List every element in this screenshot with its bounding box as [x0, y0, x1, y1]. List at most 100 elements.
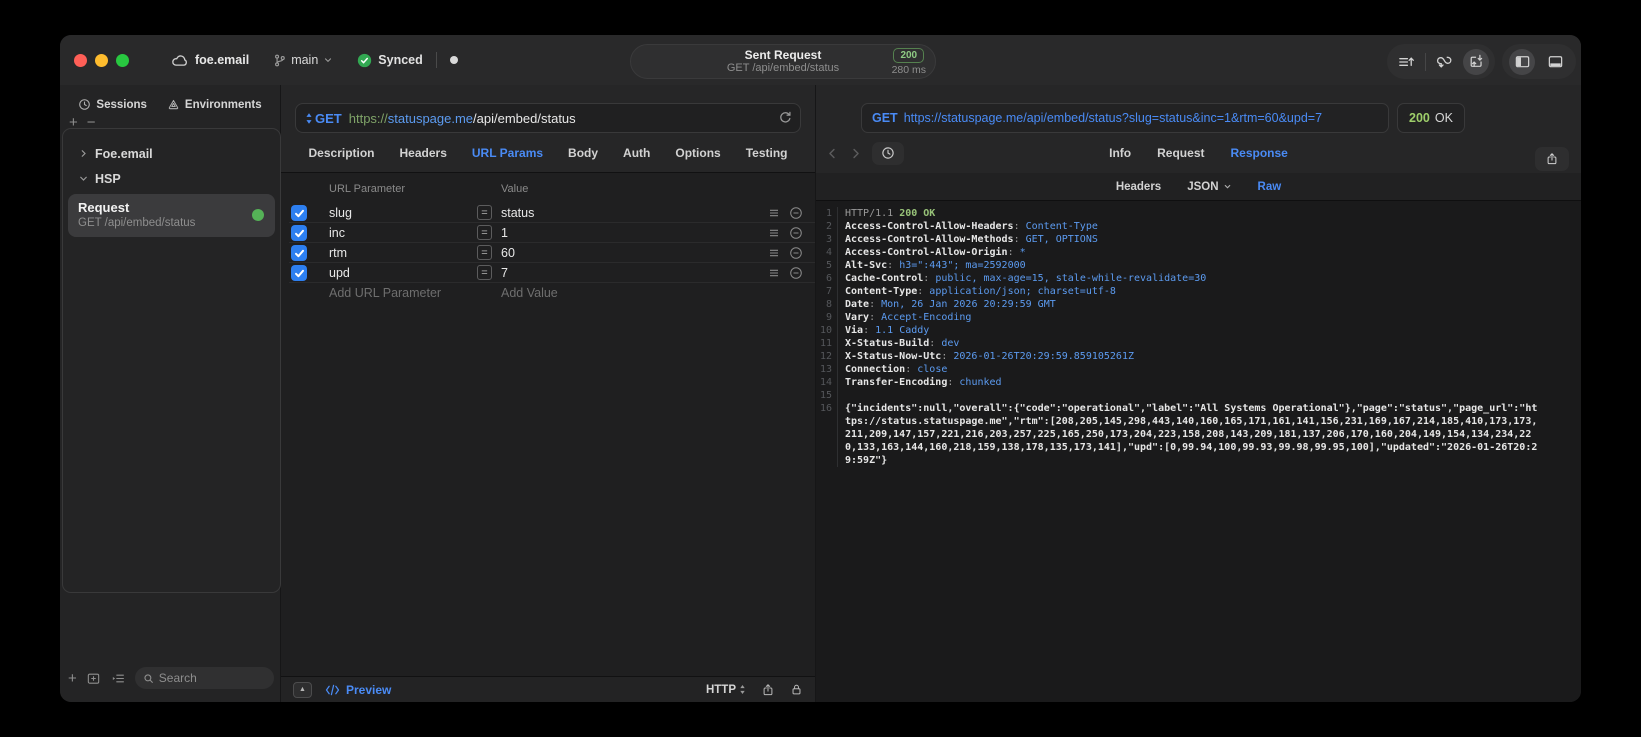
param-enabled-checkbox[interactable] [291, 225, 307, 241]
toolbar-actions-group [1387, 44, 1495, 79]
sidebar-search[interactable] [134, 667, 274, 689]
line-number: 4 [816, 246, 838, 259]
list-style-button[interactable] [110, 671, 126, 686]
sidebar-group-hsp[interactable]: HSP [63, 166, 280, 191]
window-controls [74, 53, 129, 67]
format-export-button[interactable] [1393, 49, 1419, 75]
toggle-bottom-panel-button[interactable] [1543, 49, 1569, 75]
tab[interactable]: URL Params [472, 146, 543, 160]
url-params-table: URL Parameter Value slug = status inc = … [281, 173, 815, 676]
subtab-raw[interactable]: Raw [1258, 181, 1282, 193]
param-enabled-checkbox[interactable] [291, 265, 307, 281]
column-header-value: Value [501, 183, 529, 195]
param-name-field[interactable]: rtm [329, 246, 347, 260]
param-value-field[interactable]: status [501, 206, 534, 220]
param-value-field[interactable]: 7 [501, 266, 508, 280]
request-duration: 280 ms [891, 64, 926, 76]
add-session-button[interactable]: + [69, 115, 78, 130]
param-name-field[interactable]: slug [329, 206, 352, 220]
sidebar-left-icon [1515, 56, 1530, 68]
console-toggle-button[interactable]: ▲ [293, 681, 312, 698]
sync-branch-button[interactable] [1431, 49, 1457, 75]
sent-request-url[interactable]: GET https://statuspage.me/api/embed/statu… [861, 103, 1389, 133]
tab[interactable]: Body [568, 146, 598, 160]
sidebar-item-request[interactable]: Request GET /api/embed/status [68, 194, 275, 237]
request-status-pill[interactable]: Sent Request GET /api/embed/status 200 2… [630, 44, 936, 79]
url-bar[interactable]: GET https://statuspage.me/api/embed/stat… [295, 103, 801, 133]
send-receive-button[interactable] [1463, 48, 1490, 75]
minimize-window-button[interactable] [95, 53, 108, 67]
history-button[interactable] [872, 141, 904, 165]
method-selector[interactable]: GET [305, 111, 342, 126]
tab[interactable]: Testing [746, 146, 788, 160]
tab[interactable]: Description [309, 146, 375, 160]
tab-sessions[interactable]: Sessions [78, 98, 147, 111]
subtab-headers[interactable]: Headers [1116, 181, 1161, 193]
remove-session-button[interactable]: − [87, 115, 96, 130]
add-value-field[interactable]: Add Value [501, 286, 558, 300]
toggle-left-sidebar-button[interactable] [1509, 48, 1536, 75]
export-request-button[interactable] [761, 682, 775, 698]
response-raw-view[interactable]: 1 HTTP/1.1 200 OK 2 Access-Control-Allow… [816, 201, 1581, 702]
param-name-field[interactable]: inc [329, 226, 345, 240]
remove-param-icon[interactable] [789, 266, 803, 280]
url-path: /api/embed/status [473, 110, 576, 126]
add-request-button[interactable]: + [68, 670, 77, 687]
param-enabled-checkbox[interactable] [291, 245, 307, 261]
chevron-down-icon [325, 58, 332, 63]
param-value-field[interactable]: 60 [501, 246, 515, 260]
preview-button[interactable]: Preview [325, 683, 391, 697]
param-enabled-checkbox[interactable] [291, 205, 307, 221]
response-header-line: 3 Access-Control-Allow-Methods: GET, OPT… [816, 233, 1581, 246]
tab[interactable]: Options [675, 146, 720, 160]
synced-check-icon [358, 53, 372, 67]
history-forward-button[interactable] [849, 147, 862, 160]
tab[interactable]: Info [1109, 146, 1131, 160]
tab[interactable]: Auth [623, 146, 650, 160]
fullscreen-window-button[interactable] [116, 53, 129, 67]
row-options-icon[interactable] [768, 267, 780, 279]
branch-name: main [291, 53, 319, 67]
remove-param-icon[interactable] [789, 206, 803, 220]
new-group-button[interactable] [86, 671, 101, 686]
branch-switcher[interactable]: main [273, 53, 333, 68]
remove-param-icon[interactable] [789, 246, 803, 260]
box-plus-icon [87, 673, 99, 684]
search-input[interactable] [158, 671, 266, 685]
sync-label: Synced [378, 53, 423, 67]
add-parameter-row: Add URL Parameter Add Value [289, 283, 815, 305]
tab-environments[interactable]: Environments [167, 98, 262, 111]
row-options-icon[interactable] [768, 227, 780, 239]
response-header-line: 8 Date: Mon, 26 Jan 2026 20:29:59 GMT [816, 298, 1581, 311]
response-header-line: 4 Access-Control-Allow-Origin: * [816, 246, 1581, 259]
desktop-background: foe.email main Synced Sent Request GET /… [0, 0, 1641, 737]
param-value-field[interactable]: 1 [501, 226, 508, 240]
http-version-selector[interactable]: HTTP [706, 684, 746, 696]
request-status-metrics: 200 280 ms [892, 48, 926, 76]
row-options-icon[interactable] [768, 207, 780, 219]
bottom-panel-icon [1548, 56, 1563, 68]
sync-status[interactable]: Synced [357, 53, 423, 68]
project-switcher[interactable]: foe.email [171, 53, 249, 67]
response-header-line: 14 Transfer-Encoding: chunked [816, 376, 1581, 389]
close-window-button[interactable] [74, 53, 87, 67]
url-parameter-row: upd = 7 [289, 263, 815, 283]
sidebar-tabs: Sessions Environments [60, 85, 280, 111]
tab[interactable]: Response [1230, 146, 1287, 160]
add-url-parameter-field[interactable]: Add URL Parameter [329, 286, 441, 300]
sidebar-group-foe-email[interactable]: Foe.email [63, 141, 280, 166]
tab[interactable]: Request [1157, 146, 1204, 160]
history-back-button[interactable] [826, 147, 839, 160]
tab[interactable]: Headers [400, 146, 447, 160]
resend-request-button[interactable] [778, 110, 793, 125]
response-header-lines: 2 Access-Control-Allow-Headers: Content-… [816, 220, 1581, 389]
row-options-icon[interactable] [768, 247, 780, 259]
remove-param-icon[interactable] [789, 226, 803, 240]
param-name-field[interactable]: upd [329, 266, 350, 280]
subtab-json[interactable]: JSON [1187, 181, 1231, 193]
request-success-dot [252, 209, 264, 221]
sessions-clock-icon [79, 99, 91, 110]
response-blank-line: 15 [816, 389, 1581, 402]
share-response-button[interactable] [1535, 147, 1569, 171]
lock-button[interactable] [790, 682, 803, 697]
